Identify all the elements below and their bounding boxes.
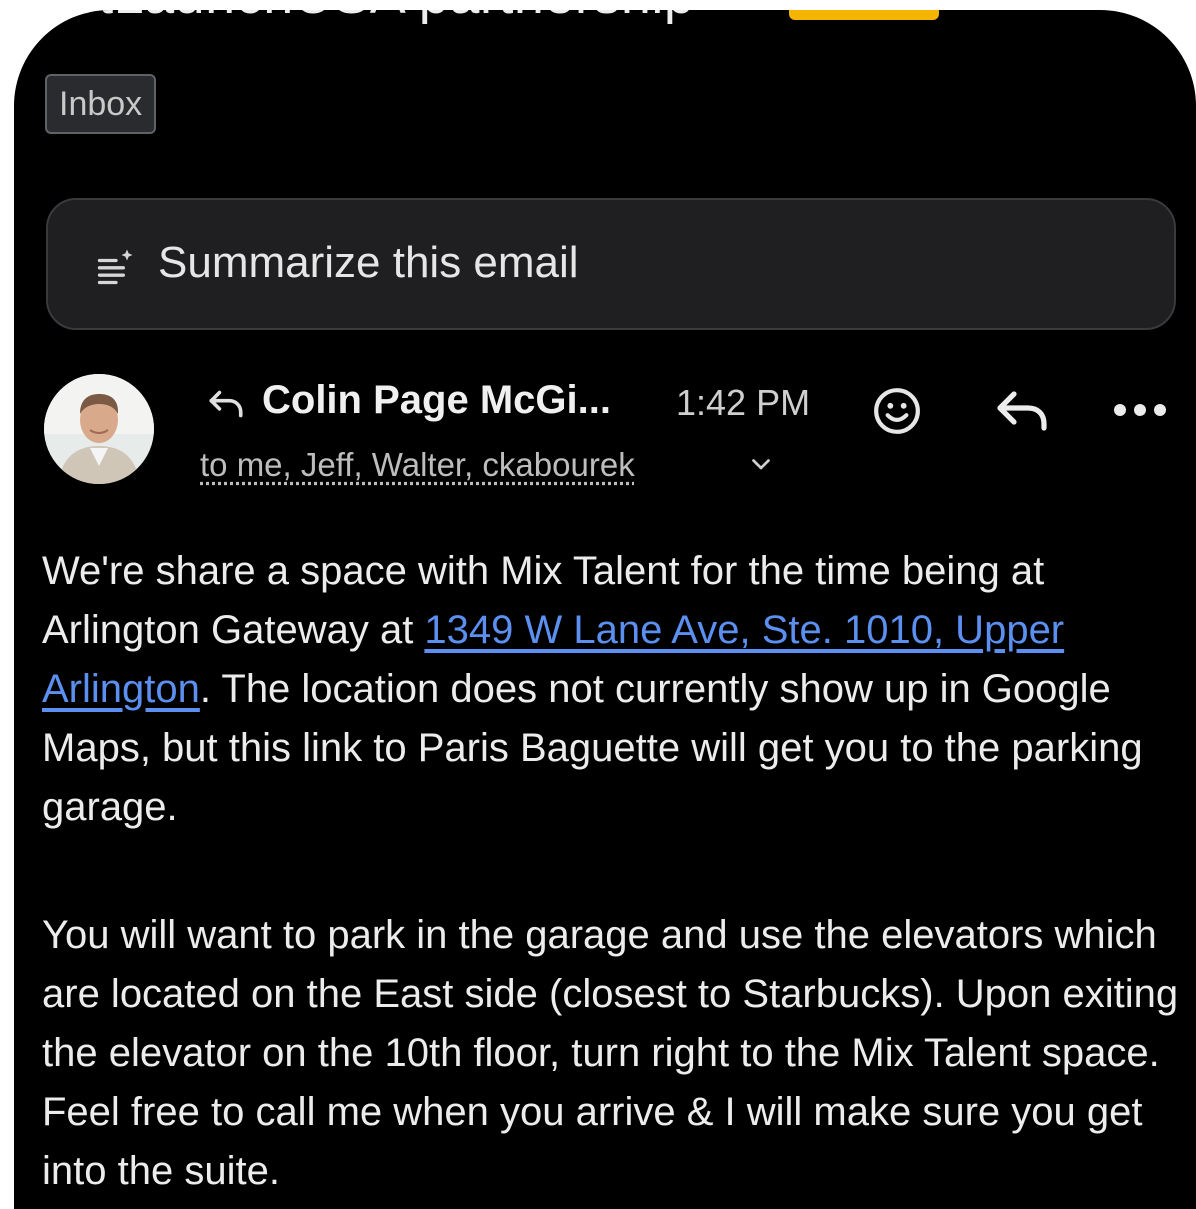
label-chip-inbox[interactable]: Inbox (45, 74, 157, 134)
chevron-down-icon[interactable] (752, 458, 770, 472)
more-horizontal-icon[interactable] (1112, 402, 1168, 418)
message-paragraph-2: You will want to park in the garage and … (42, 913, 1179, 1193)
email-subject: VetLaunchUSA partnership (34, 10, 694, 26)
body-text-1b: . The location does not currently show u… (42, 667, 1143, 829)
star-outline-icon[interactable] (1136, 10, 1176, 18)
summarize-label: Summarize this email (158, 238, 579, 287)
reply-arrow-icon (209, 390, 243, 418)
emoji-smile-icon[interactable] (872, 386, 922, 436)
message-paragraph-1: We're share a space with Mix Talent for … (42, 542, 1192, 837)
recipients-list[interactable]: to me, Jeff, Walter, ckabourek (200, 446, 635, 484)
external-badge: External (789, 10, 940, 20)
sender-name[interactable]: Colin Page McGi... (262, 378, 611, 423)
sent-time: 1:42 PM (676, 382, 811, 423)
summarize-sparkle-icon (97, 249, 133, 285)
email-screen: VetLaunchUSA partnership External Inbox … (14, 10, 1196, 1209)
summarize-email-button[interactable]: Summarize this email (46, 198, 1176, 330)
reply-icon[interactable] (994, 388, 1050, 432)
subject-header: VetLaunchUSA partnership External (14, 10, 1196, 34)
sender-avatar[interactable] (44, 374, 154, 484)
avatar-photo (44, 374, 154, 484)
